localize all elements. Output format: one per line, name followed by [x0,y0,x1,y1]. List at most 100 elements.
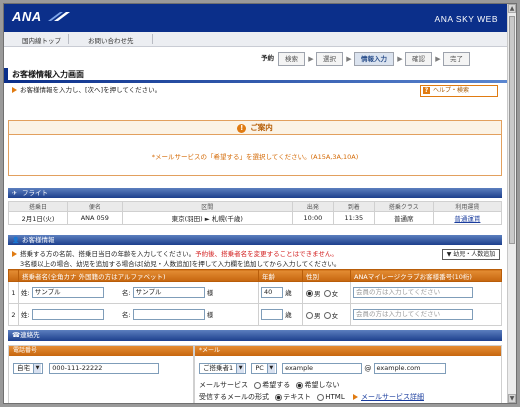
flight-number: ANA 059 [67,211,123,225]
step-arrow-icon: ▶ [346,55,352,63]
question-icon: ? [423,87,430,94]
step-confirm: 確認 [405,52,432,66]
age-unit: 歳 [285,288,292,297]
scroll-down-icon[interactable]: ▼ [508,394,516,403]
email-user-input[interactable]: example [282,363,363,374]
add-infant-button[interactable]: ▼ 幼児・人数追加 [442,249,500,260]
orange-arrow-icon [12,251,17,257]
sama-label: 様 [206,310,214,319]
step-arrow-icon: ▶ [397,55,403,63]
flight-departure: 10:00 [291,211,334,225]
step-info-input: 情報入力 [354,52,394,66]
note1-warning: 予約後、搭乗者名を変更することはできません。 [195,250,338,258]
fare-link[interactable]: 普通運賃 [432,211,503,225]
progress-steps: 予約 検索 ▶ 選択 ▶ 情報入力 ▶ 確認 ▶ 完了 [258,52,471,66]
age-input[interactable]: 40 [261,287,283,299]
sama-label: 様 [206,288,214,297]
email-owner-select[interactable]: ご搭乗者1 ▼ [199,363,247,374]
flight-class: 普通席 [373,211,434,225]
female-label: 女 [331,289,339,298]
fare-link-text[interactable]: 普通運賃 [454,215,480,223]
page-content: ANA ANA SKY WEB 国内線トップ お問い合わせ先 予約 検索 ▶ 選… [4,4,508,403]
title-accent [4,68,8,80]
step-complete: 完了 [443,52,470,66]
add-icon: ▼ [446,251,452,258]
notice-header: ! ご案内 [9,121,501,135]
passenger-note-1: 搭乗する方の名前、搭乗日当日の年齢を入力してください。予約後、搭乗者名を変更する… [12,248,338,258]
phone-box: 電話番号 自宅 ▼ 000-111-22222 [8,345,194,403]
orange-arrow-icon [352,394,358,400]
passenger-note-2: 3名様以上の場合、幼児を追加する場合は[幼児・人数追加]を押して入力欄を追加して… [20,260,341,268]
chevron-down-icon: ▼ [33,364,41,373]
sei-input[interactable]: サンプル [31,287,104,299]
col-departure: 出発 [291,201,334,212]
chevron-down-icon: ▼ [266,364,275,373]
mail-service-row: メールサービス 希望する 希望しない [199,380,339,390]
phone-type-select[interactable]: 自宅 ▼ [13,363,43,374]
mail-service-yes-label: 希望する [262,381,291,389]
age-input[interactable] [261,309,283,321]
mail-service-no-label: 希望しない [304,381,340,389]
col-blank [8,269,19,282]
female-radio[interactable] [323,290,331,297]
step-reservation: 予約 [261,54,274,62]
email-domain-input[interactable]: example.com [373,363,446,374]
mail-service-no-radio[interactable] [296,381,304,389]
nav-contact[interactable]: お問い合わせ先 [88,35,134,45]
mail-service-detail-link[interactable]: メールサービス詳細 [361,393,424,401]
email-device-select[interactable]: PC ▼ [251,363,277,374]
name-cell: 姓: サンプル 名: サンプル 様 [18,281,259,304]
male-radio[interactable] [306,312,313,319]
sei-label: 姓: [21,310,30,319]
email-owner-value: ご搭乗者1 [203,364,234,372]
scroll-up-icon[interactable]: ▲ [508,4,516,13]
table-row: 1 姓: サンプル 名: サンプル 様 40 歳 男 女 会員の方は入力してくだ… [8,281,502,304]
contact-section-bar: ☎連絡先 [8,330,502,341]
email-header: *メール [195,346,501,356]
page-instruction: お客様情報を入力し、[次へ]を押してください。 [12,84,161,94]
page-title: お客様情報入力画面 [12,70,84,79]
male-label: 男 [314,289,321,298]
step-select: 選択 [316,52,343,66]
sex-cell: 男 女 [302,303,351,326]
mail-format-html-radio[interactable] [317,393,325,401]
phone-input[interactable]: 000-111-22222 [49,363,160,374]
mail-service-yes-radio[interactable] [254,381,262,389]
mileage-input[interactable]: 会員の方は入力してください [353,309,473,320]
age-cell: 40 歳 [258,281,303,304]
sei-input[interactable] [31,309,104,321]
col-date: 搭乗日 [7,201,69,212]
mei-input[interactable] [132,309,205,321]
vertical-scrollbar[interactable]: ▲ ▼ [507,4,516,403]
mileage-cell: 会員の方は入力してください [350,281,502,304]
chevron-down-icon: ▼ [236,364,245,373]
mileage-input[interactable]: 会員の方は入力してください [353,287,473,298]
col-fare: 利用運賃 [432,201,503,212]
scroll-thumb[interactable] [509,16,515,244]
instruction-text: お客様情報を入力し、[次へ]を押してください。 [20,86,162,94]
nav-domestic-top[interactable]: 国内線トップ [22,35,61,45]
airplane-icon: ✈ [12,190,18,197]
mei-input[interactable]: サンプル [132,287,205,299]
col-sex: 性別 [302,269,351,282]
site-name: ANA SKY WEB [434,14,498,24]
help-search-button[interactable]: ? ヘルプ・検索 [420,85,498,97]
info-icon: ! [237,123,247,133]
mei-label: 名: [121,310,131,319]
flight-section-bar: ✈ フライト [8,188,502,198]
male-radio[interactable] [306,290,313,297]
mail-service-label: メールサービス [199,381,248,389]
passenger-section-title: お客様情報 [22,236,55,244]
mail-format-row: 受信するメールの形式 テキスト HTML メールサービス詳細 [199,392,424,402]
phone-row: 自宅 ▼ 000-111-22222 [13,363,160,374]
step-search: 検索 [278,52,305,66]
female-label: 女 [331,311,339,320]
flight-route: 東京(羽田) ► 札幌(千歳) [121,211,293,225]
ana-logo[interactable]: ANA [12,9,42,24]
passenger-header-row: 搭乗者名(全角カナ 外国籍の方はアルファベット) 年齢 性別 ANAマイレージク… [8,269,502,282]
flight-table: 搭乗日 便名 区間 出発 到着 搭乗クラス 利用運賃 2月1日(火) ANA 0… [7,201,503,225]
female-radio[interactable] [323,312,331,319]
mail-format-text-label: テキスト [283,393,312,401]
mail-format-text-radio[interactable] [275,393,283,401]
sei-label: 姓: [21,288,30,297]
